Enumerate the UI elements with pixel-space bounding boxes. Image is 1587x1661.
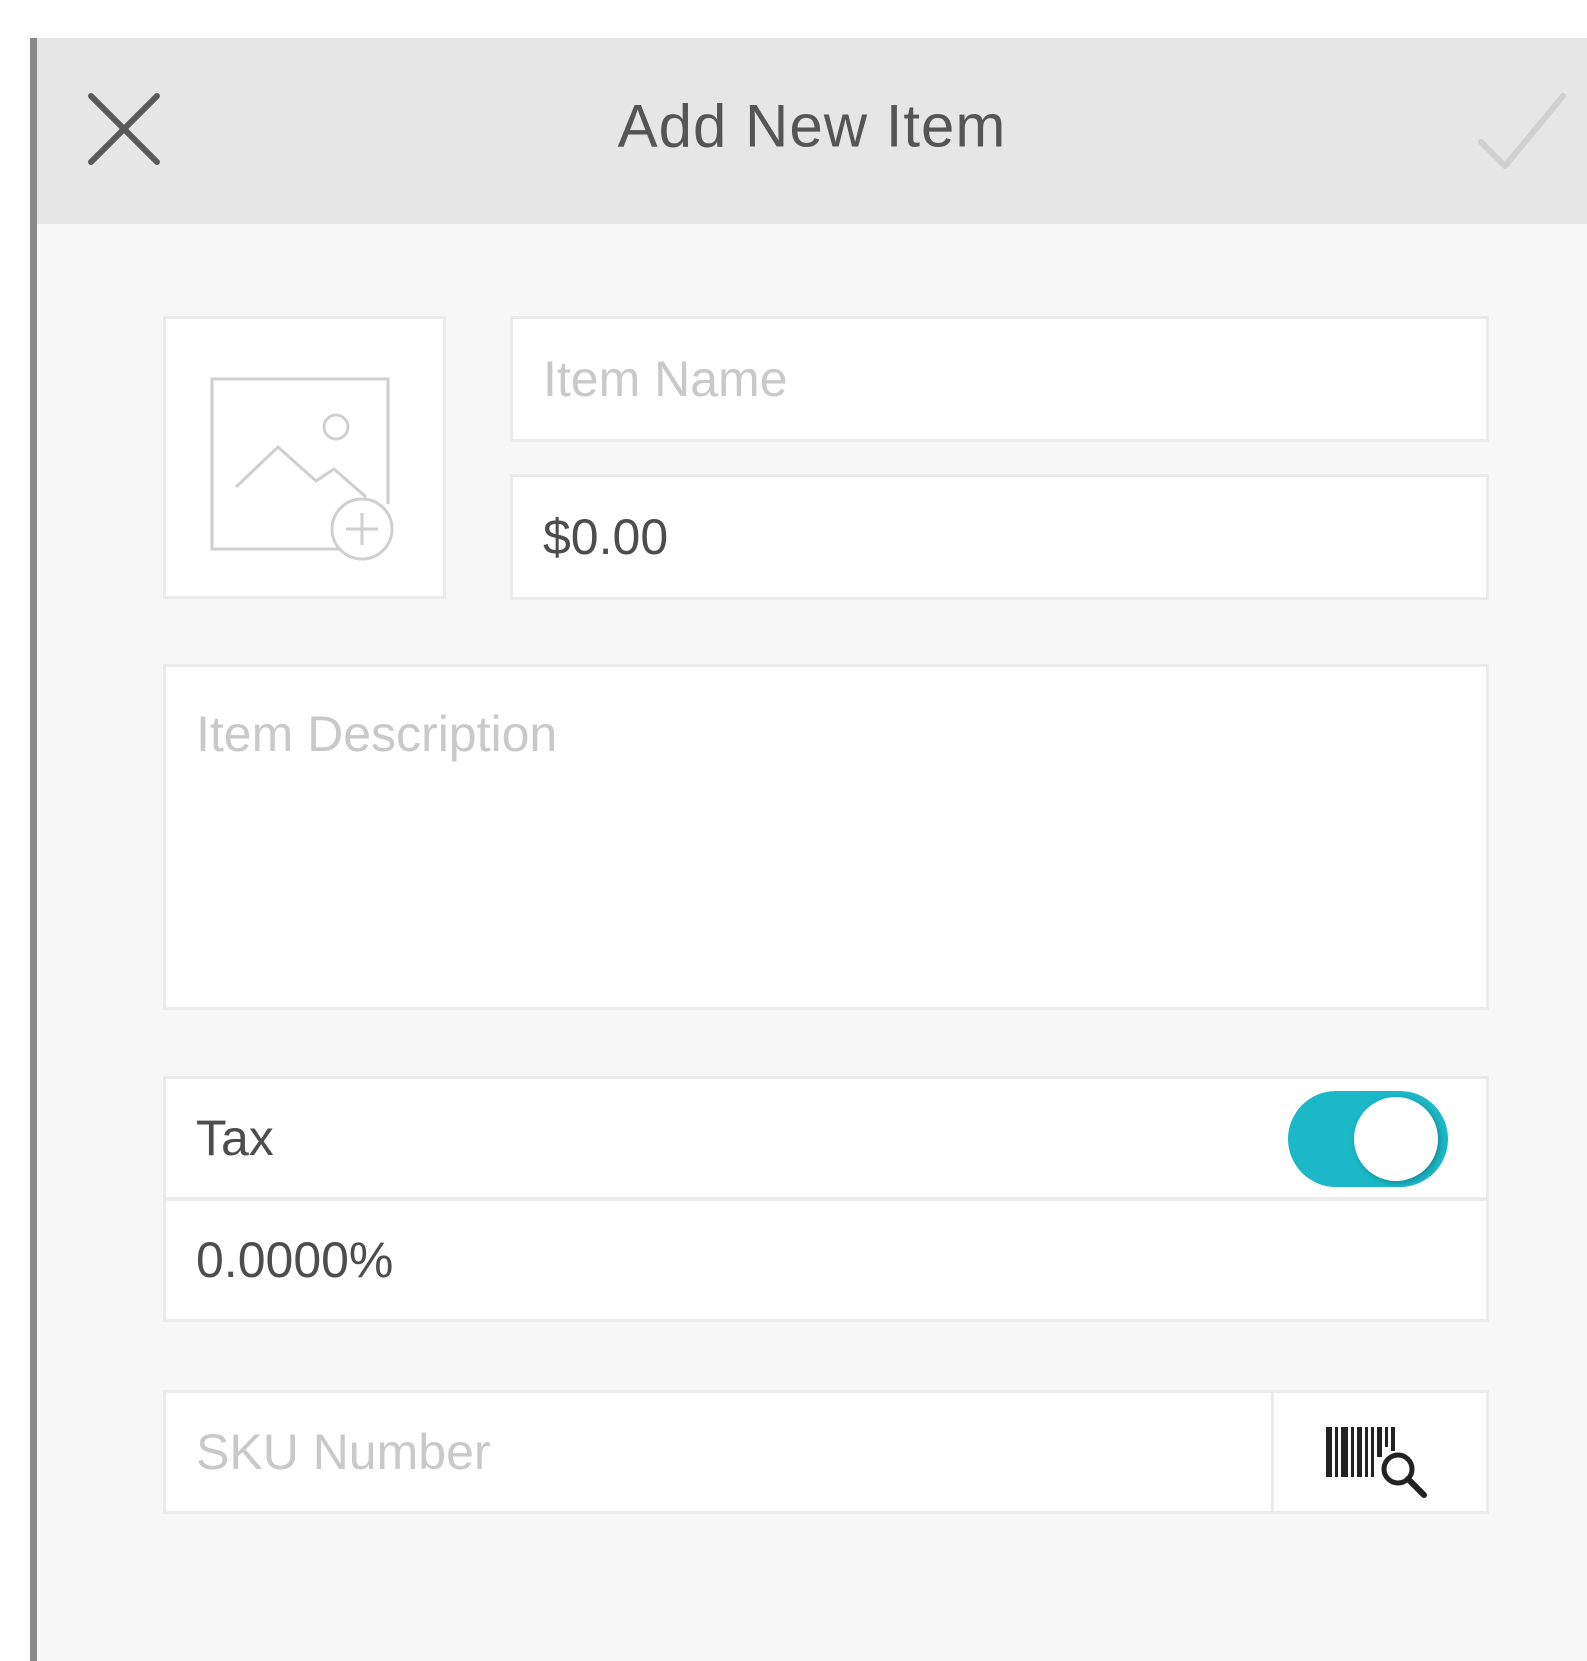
- page-title: Add New Item: [617, 92, 1007, 160]
- tax-toggle[interactable]: [1288, 1091, 1448, 1187]
- sku-row: SKU Number: [163, 1390, 1489, 1514]
- add-item-dialog: Add New Item Item Name $0.00 Item Descri…: [30, 38, 1587, 1661]
- item-description-placeholder: Item Description: [196, 706, 558, 762]
- item-name-placeholder: Item Name: [543, 351, 788, 407]
- price-input[interactable]: $0.00: [510, 474, 1489, 600]
- tax-row: Tax: [163, 1076, 1489, 1200]
- sku-number-placeholder: SKU Number: [196, 1424, 491, 1480]
- checkmark-icon: [1478, 93, 1566, 169]
- barcode-scan-icon: [1326, 1427, 1427, 1498]
- tax-rate-value: 0.0000%: [196, 1232, 394, 1288]
- tax-rate-input[interactable]: 0.0000%: [163, 1198, 1489, 1322]
- item-name-input[interactable]: Item Name: [510, 316, 1489, 442]
- dialog-header: Add New Item: [37, 38, 1587, 224]
- add-photo-icon: [210, 377, 394, 561]
- tax-toggle-knob: [1354, 1097, 1438, 1181]
- item-description-input[interactable]: Item Description: [163, 664, 1489, 1010]
- price-value: $0.00: [543, 509, 669, 565]
- barcode-scan-button[interactable]: [1271, 1393, 1486, 1511]
- tax-label: Tax: [196, 1110, 274, 1166]
- confirm-button[interactable]: [1477, 90, 1567, 180]
- add-photo-button[interactable]: [163, 316, 446, 599]
- sku-number-input[interactable]: SKU Number: [166, 1393, 1271, 1511]
